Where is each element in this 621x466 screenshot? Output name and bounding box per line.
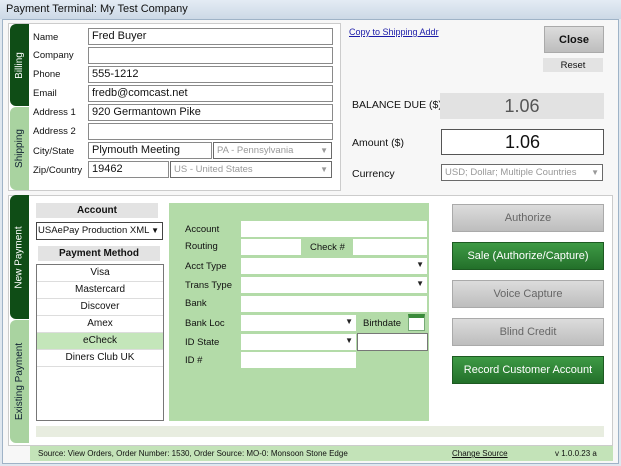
- bank-loc-label: Bank Loc: [185, 318, 225, 329]
- payment-method-echeck[interactable]: eCheck: [37, 333, 163, 350]
- id-state-label: ID State: [185, 337, 220, 348]
- calendar-icon[interactable]: [408, 314, 425, 331]
- chevron-down-icon: ▼: [345, 336, 353, 345]
- change-source-link[interactable]: Change Source: [452, 446, 508, 461]
- routing-input[interactable]: [241, 239, 301, 255]
- tab-shipping[interactable]: Shipping: [10, 107, 29, 190]
- state-value: PA - Pennsylvania: [217, 145, 294, 156]
- chevron-down-icon: ▼: [345, 317, 353, 326]
- source-text: Source: View Orders, Order Number: 1530,…: [38, 449, 348, 458]
- account-select[interactable]: USAePay Production XML ▼: [36, 222, 163, 240]
- chevron-down-icon: ▼: [320, 165, 328, 174]
- tab-new-payment[interactable]: New Payment: [10, 195, 29, 319]
- reset-button[interactable]: Reset: [543, 58, 603, 72]
- copy-to-shipping-link[interactable]: Copy to Shipping Addr: [349, 27, 439, 37]
- currency-label: Currency: [352, 168, 395, 180]
- tab-billing[interactable]: Billing: [10, 24, 29, 106]
- id-number-label: ID #: [185, 355, 203, 366]
- birthdate-input[interactable]: [357, 333, 428, 351]
- check-number-label: Check #: [310, 242, 345, 253]
- progress-bar: [36, 426, 604, 437]
- chevron-down-icon: ▼: [320, 146, 328, 155]
- bank-label: Bank: [185, 298, 207, 309]
- zipcountry-label: Zip/Country: [33, 165, 83, 176]
- record-customer-account-button[interactable]: Record Customer Account: [452, 356, 604, 384]
- birthdate-label: Birthdate: [363, 318, 402, 329]
- tab-billing-label: Billing: [14, 51, 25, 79]
- currency-select[interactable]: USD; Dollar; Multiple Countries ▼: [441, 164, 603, 181]
- address1-input[interactable]: 920 Germantown Pike: [88, 104, 333, 121]
- account-select-value: USAePay Production XML: [38, 225, 150, 236]
- currency-value: USD; Dollar; Multiple Countries: [445, 167, 577, 178]
- balance-due-value: 1.06: [440, 93, 604, 119]
- payment-method-list: Visa Mastercard Discover Amex eCheck Diners C…: [36, 264, 164, 421]
- address2-label: Address 2: [33, 126, 76, 137]
- name-input[interactable]: Fred Buyer: [88, 28, 333, 45]
- chevron-down-icon: ▼: [416, 279, 424, 288]
- address1-label: Address 1: [33, 107, 76, 118]
- company-input[interactable]: [88, 47, 333, 64]
- account-header: Account: [36, 203, 158, 218]
- sale-button[interactable]: Sale (Authorize/Capture): [452, 242, 604, 270]
- trans-type-label: Trans Type: [185, 280, 232, 291]
- acct-type-select[interactable]: ▼: [241, 258, 427, 274]
- company-label: Company: [33, 50, 74, 61]
- bank-input[interactable]: [241, 296, 427, 312]
- voice-capture-button[interactable]: Voice Capture: [452, 280, 604, 308]
- payment-method-header: Payment Method: [38, 246, 160, 261]
- amount-label: Amount ($): [352, 137, 404, 149]
- country-value: US - United States: [174, 164, 253, 175]
- balance-label: BALANCE DUE ($): [352, 99, 442, 111]
- phone-input[interactable]: 555-1212: [88, 66, 333, 83]
- chevron-down-icon: ▼: [591, 168, 599, 177]
- chevron-down-icon: ▼: [416, 260, 424, 269]
- bank-loc-select[interactable]: ▼: [241, 315, 356, 331]
- account-label: Account: [185, 224, 220, 235]
- authorize-button[interactable]: Authorize: [452, 204, 604, 232]
- version-text: v 1.0.0.23 a: [555, 449, 597, 458]
- email-input[interactable]: fredb@comcast.net: [88, 85, 333, 102]
- id-number-input[interactable]: [241, 352, 356, 368]
- citystate-label: City/State: [33, 146, 75, 157]
- status-bar: Source: View Orders, Order Number: 1530,…: [30, 446, 613, 461]
- tab-existing-payment-label: Existing Payment: [14, 342, 26, 421]
- email-label: Email: [33, 88, 57, 99]
- id-state-select[interactable]: ▼: [241, 334, 356, 350]
- payment-method-amex[interactable]: Amex: [37, 316, 163, 333]
- name-label: Name: [33, 32, 59, 43]
- state-select[interactable]: PA - Pennsylvania ▼: [213, 142, 332, 159]
- chevron-down-icon: ▼: [151, 226, 159, 235]
- payment-method-mastercard[interactable]: Mastercard: [37, 282, 163, 299]
- blind-credit-button[interactable]: Blind Credit: [452, 318, 604, 346]
- account-input[interactable]: [241, 221, 427, 237]
- country-select[interactable]: US - United States ▼: [170, 161, 332, 178]
- window-title: Payment Terminal: My Test Company: [6, 3, 188, 15]
- address2-input[interactable]: [88, 123, 333, 140]
- trans-type-select[interactable]: ▼: [241, 277, 427, 293]
- payment-method-diners-club-uk[interactable]: Diners Club UK: [37, 350, 163, 367]
- close-button[interactable]: Close: [544, 26, 604, 53]
- city-input[interactable]: Plymouth Meeting: [88, 142, 212, 159]
- tab-shipping-label: Shipping: [14, 129, 26, 168]
- tab-existing-payment[interactable]: Existing Payment: [10, 320, 29, 443]
- zip-input[interactable]: 19462: [88, 161, 169, 178]
- routing-label: Routing: [185, 241, 218, 252]
- title-bar: Payment Terminal: My Test Company: [0, 0, 621, 19]
- check-number-input[interactable]: [353, 239, 427, 255]
- payment-method-discover[interactable]: Discover: [37, 299, 163, 316]
- tab-new-payment-label: New Payment: [14, 225, 25, 289]
- amount-input[interactable]: 1.06: [441, 129, 604, 155]
- phone-label: Phone: [33, 69, 61, 80]
- acct-type-label: Acct Type: [185, 261, 227, 272]
- payment-method-visa[interactable]: Visa: [37, 265, 163, 282]
